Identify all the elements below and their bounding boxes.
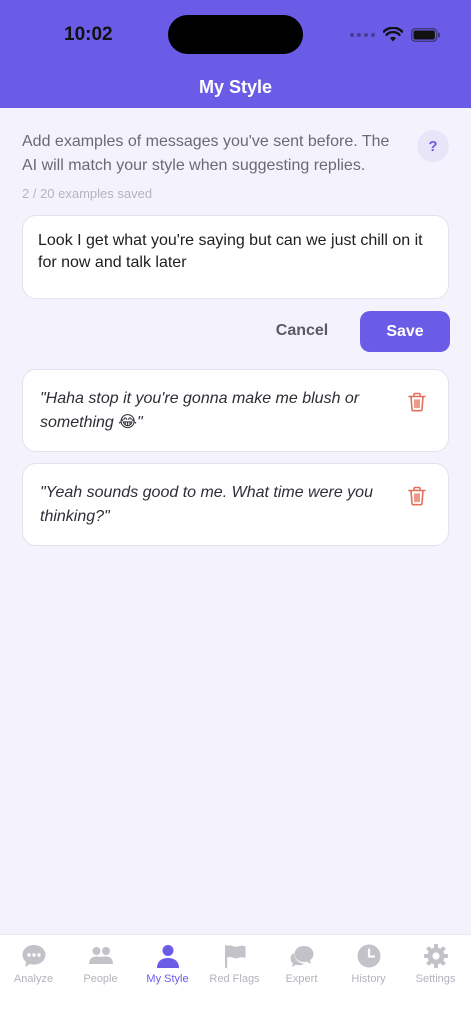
example-text: "Haha stop it you're gonna make me blush… <box>40 390 360 431</box>
cancel-button[interactable]: Cancel <box>270 311 334 351</box>
tab-bar: Analyze People My Style Red Flags Expert <box>0 934 471 1024</box>
tab-people[interactable]: People <box>67 943 134 993</box>
person-icon <box>156 945 179 968</box>
example-text: "Yeah sounds good to me. What time were … <box>40 484 373 525</box>
tab-expert[interactable]: Expert <box>268 943 335 993</box>
tab-label: Analyze <box>13 973 54 985</box>
speech-bubbles-icon <box>290 946 313 967</box>
tab-analyze[interactable]: Analyze <box>0 943 67 993</box>
tab-label: People <box>83 973 118 985</box>
tab-history[interactable]: History <box>335 943 402 993</box>
tab-label: Settings <box>415 973 456 985</box>
trash-icon[interactable] <box>408 486 426 506</box>
save-button[interactable]: Save <box>360 311 450 352</box>
tab-label: Red Flags <box>209 973 260 985</box>
flag-icon <box>224 945 245 968</box>
signal-icon <box>350 33 375 37</box>
tab-settings[interactable]: Settings <box>402 943 469 993</box>
wifi-icon <box>383 27 403 42</box>
saved-count: 2 / 20 examples saved <box>22 186 153 201</box>
trash-icon[interactable] <box>408 392 426 412</box>
dynamic-island <box>168 15 303 54</box>
status-icons <box>350 25 441 45</box>
battery-icon <box>411 28 440 42</box>
example-card: "Haha stop it you're gonna make me blush… <box>22 369 449 452</box>
gear-icon <box>423 944 448 968</box>
intro-text: Add examples of messages you've sent bef… <box>22 133 390 174</box>
example-input[interactable]: Look I get what you're saying but can we… <box>22 215 449 299</box>
clock-icon <box>357 944 380 968</box>
page-title: My Style <box>198 77 273 97</box>
tab-label: Expert <box>285 973 318 985</box>
tab-label: History <box>351 973 386 985</box>
help-button[interactable]: ? <box>417 130 449 162</box>
header: 10:02 My Style <box>0 0 471 108</box>
status-time: 10:02 <box>64 24 113 45</box>
people-icon <box>88 947 113 964</box>
tab-red-flags[interactable]: Red Flags <box>201 943 268 993</box>
tab-label: My Style <box>146 973 189 985</box>
tab-my-style[interactable]: My Style <box>134 943 201 993</box>
chat-bubble-icon <box>22 945 45 967</box>
example-card: "Yeah sounds good to me. What time were … <box>22 463 449 546</box>
